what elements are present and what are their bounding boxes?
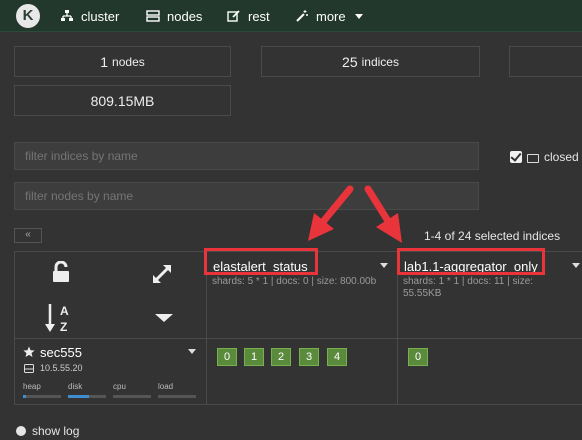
nav-cluster[interactable]: cluster	[60, 8, 119, 24]
metric-label: heap	[23, 382, 41, 391]
closed-label: closed	[544, 150, 579, 164]
index-info: shards: 1 * 1 | docs: 11 | size: 55.55KB	[403, 276, 534, 299]
disk-bar	[68, 395, 106, 398]
logo-letter: K	[22, 7, 34, 24]
heap-bar	[23, 395, 61, 398]
magic-wand-icon	[296, 10, 308, 22]
stat-nodes-label: nodes	[112, 54, 145, 69]
shard-box[interactable]: 2	[271, 348, 291, 366]
metric-label: load	[158, 382, 174, 391]
chevron-down-icon	[354, 13, 363, 19]
stat-nodes: 1 nodes	[14, 46, 231, 77]
nav-nodes[interactable]: nodes	[146, 8, 202, 24]
cerebro-logo[interactable]: K	[16, 4, 40, 28]
server-icon	[146, 10, 160, 22]
index-menu-caret-icon[interactable]	[572, 263, 580, 268]
stat-size: 809.15MB	[14, 85, 231, 116]
stat-shards	[509, 46, 582, 77]
filter-indices-input[interactable]	[14, 142, 479, 170]
prev-page-button[interactable]: «	[14, 228, 42, 243]
circle-icon	[16, 426, 26, 436]
shard-box[interactable]: 0	[217, 348, 237, 366]
sort-alpha-icon[interactable]: AZ	[45, 302, 75, 334]
folder-icon	[527, 153, 539, 163]
metric-label: disk	[68, 382, 83, 391]
hdd-icon	[24, 364, 34, 373]
nav-rest-label: rest	[248, 8, 270, 24]
closed-checkbox[interactable]	[510, 151, 522, 163]
collapse-caret-icon[interactable]	[155, 314, 173, 322]
show-log-label: show log	[32, 424, 80, 438]
stat-nodes-value: 1	[100, 53, 109, 70]
stat-indices: 25 indices	[261, 46, 480, 77]
load-bar	[158, 395, 196, 398]
nav-nodes-label: nodes	[167, 8, 203, 24]
shard-box[interactable]: 3	[299, 348, 319, 366]
index-info: shards: 5 * 1 | docs: 0 | size: 800.00b	[212, 276, 377, 287]
node-cell: sec555 10.5.55.20 heap disk cpu load	[14, 338, 207, 405]
red-arrow-icon	[364, 185, 402, 243]
node-ip: 10.5.55.20	[40, 363, 83, 373]
selected-indices-count: 1-4 of 24 selected indices	[424, 229, 561, 243]
edit-icon	[227, 10, 240, 22]
navbar: K cluster nodes rest more	[0, 0, 582, 32]
shard-box[interactable]: 1	[244, 348, 264, 366]
nav-more-label: more	[316, 8, 346, 24]
shards-cell-elastalert: 0 1 2 3 4	[206, 338, 398, 405]
highlight-box-lab1	[397, 248, 545, 275]
show-log-toggle[interactable]: show log	[16, 424, 79, 438]
node-menu-caret-icon[interactable]	[188, 349, 196, 354]
nav-cluster-label: cluster	[81, 8, 120, 24]
closed-toggle[interactable]: closed	[510, 150, 579, 164]
shard-box[interactable]: 0	[408, 348, 428, 366]
stat-indices-label: indices	[361, 54, 399, 69]
stat-indices-value: 25	[342, 53, 358, 70]
svg-text:Z: Z	[60, 320, 67, 334]
shards-cell-lab1: 0	[397, 338, 582, 405]
index-menu-caret-icon[interactable]	[380, 263, 388, 268]
node-name[interactable]: sec555	[40, 345, 82, 360]
stat-size-value: 809.15MB	[90, 92, 155, 109]
svg-text:A: A	[60, 304, 69, 318]
nav-rest[interactable]: rest	[227, 8, 270, 24]
sitemap-icon	[61, 10, 73, 21]
nav-more[interactable]: more	[295, 8, 363, 24]
star-icon	[23, 346, 35, 357]
metric-label: cpu	[113, 382, 126, 391]
unlock-icon[interactable]	[51, 261, 71, 283]
shard-box[interactable]: 4	[327, 348, 347, 366]
expand-icon[interactable]	[151, 263, 173, 285]
cpu-bar	[113, 395, 151, 398]
grid-controls-cell: AZ	[14, 251, 207, 339]
red-arrow-icon	[308, 185, 354, 241]
highlight-box-elastalert	[204, 248, 318, 275]
